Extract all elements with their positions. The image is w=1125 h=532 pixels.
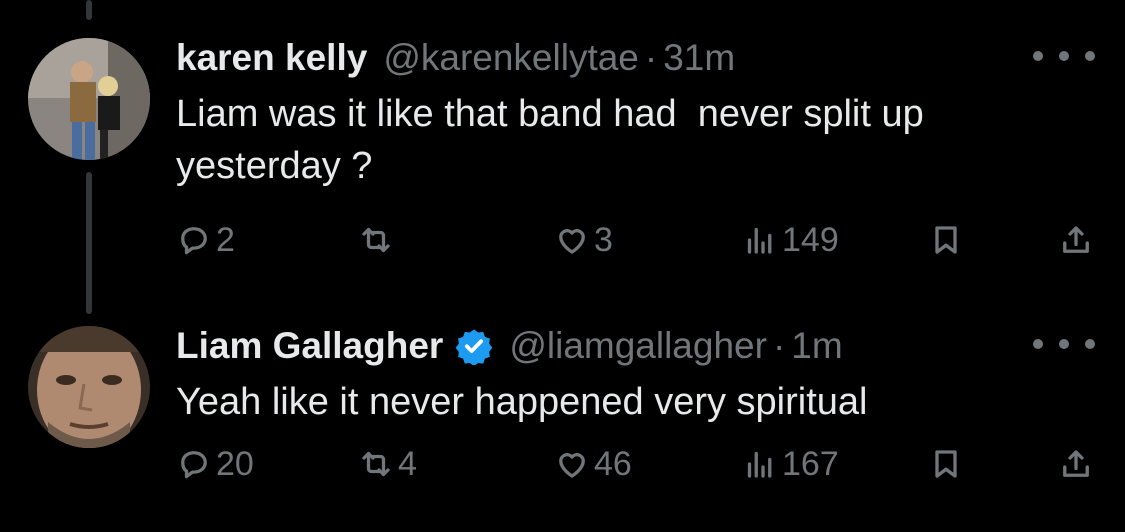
bookmark-icon xyxy=(935,226,957,254)
like-button[interactable]: 3 xyxy=(554,216,613,264)
like-count: 3 xyxy=(594,220,613,259)
separator-dot: · xyxy=(644,37,658,78)
like-icon xyxy=(559,453,585,478)
more-icon[interactable] xyxy=(1033,326,1095,362)
avatar-karen-kelly[interactable] xyxy=(28,38,150,160)
timestamp[interactable]: 31m xyxy=(663,37,735,79)
views-count: 167 xyxy=(782,444,839,483)
reply-button[interactable]: 2 xyxy=(176,216,235,264)
separator-dot: · xyxy=(772,325,786,366)
tweet-text: Yeah like it never happened very spiritu… xyxy=(176,381,868,423)
retweet-icon xyxy=(362,227,390,253)
retweet-icon xyxy=(362,451,390,477)
more-icon[interactable] xyxy=(1033,38,1095,74)
timestamp[interactable]: 1m xyxy=(791,325,842,367)
views-icon xyxy=(747,451,772,478)
avatar-photo xyxy=(28,38,150,160)
tweet-text: Liam was it like that band had never spl… xyxy=(176,93,924,187)
verified-badge-icon[interactable] xyxy=(455,327,493,365)
thread-connector-top xyxy=(86,0,92,20)
avatar-liam-gallagher[interactable] xyxy=(28,326,150,448)
tweet-2[interactable]: Liam Gallagher @liamgallagher · 1m Yeah … xyxy=(176,324,1095,483)
like-button[interactable]: 46 xyxy=(554,440,632,488)
reply-count: 2 xyxy=(216,220,235,259)
views-button[interactable]: 149 xyxy=(742,216,839,264)
reply-count: 20 xyxy=(216,444,254,483)
tweet-header: karen kelly @karenkellytae · 31m xyxy=(176,36,1095,80)
reply-button[interactable]: 20 xyxy=(176,440,254,488)
tweet-header: Liam Gallagher @liamgallagher · 1m xyxy=(176,324,1095,368)
views-button[interactable]: 167 xyxy=(742,440,839,488)
avatar-photo xyxy=(28,326,150,448)
tweet-1[interactable]: karen kelly @karenkellytae · 31m Liam wa… xyxy=(176,36,1095,259)
reply-icon xyxy=(181,451,207,479)
bookmark-icon xyxy=(935,450,957,478)
retweet-button[interactable]: 4 xyxy=(358,440,417,488)
views-count: 149 xyxy=(782,220,839,259)
action-bar: 2 3 149 xyxy=(176,216,1095,264)
like-icon xyxy=(559,229,585,254)
author-name[interactable]: karen kelly xyxy=(176,37,367,79)
reply-icon xyxy=(181,227,207,255)
like-count: 46 xyxy=(594,444,632,483)
share-button[interactable] xyxy=(1058,216,1094,264)
author-name[interactable]: Liam Gallagher xyxy=(176,325,443,367)
author-handle[interactable]: @liamgallagher xyxy=(509,325,767,367)
share-button[interactable] xyxy=(1058,440,1094,488)
bookmark-button[interactable] xyxy=(928,440,964,488)
bookmark-button[interactable] xyxy=(928,216,964,264)
views-icon xyxy=(747,227,772,254)
share-icon xyxy=(1063,450,1089,477)
action-bar: 20 4 46 167 xyxy=(176,440,1095,488)
retweet-button[interactable] xyxy=(358,216,398,264)
share-icon xyxy=(1063,226,1089,253)
thread-connector xyxy=(86,172,92,314)
author-handle[interactable]: @karenkellytae xyxy=(383,37,639,79)
retweet-count: 4 xyxy=(398,444,417,483)
